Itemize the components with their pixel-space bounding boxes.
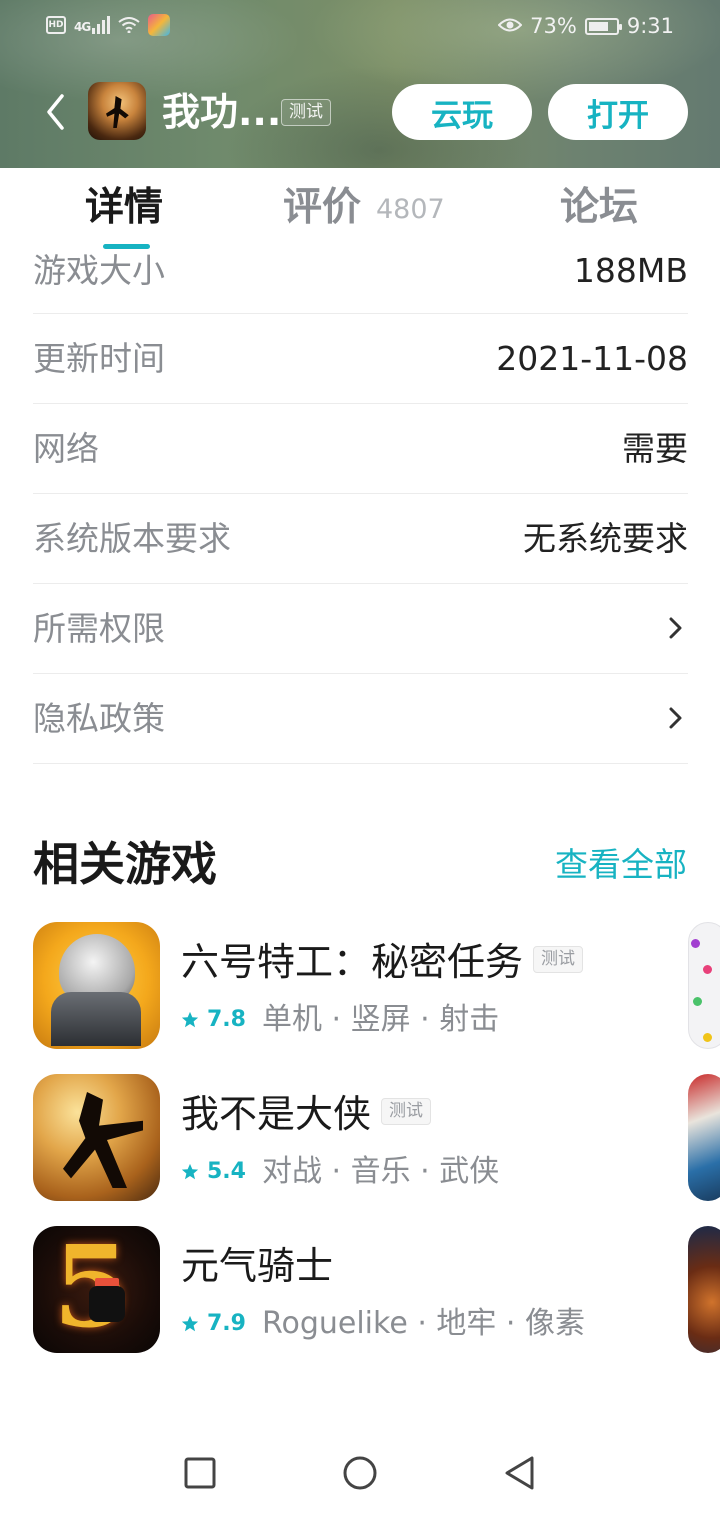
app-icon xyxy=(88,82,146,140)
related-game-peek[interactable] xyxy=(688,1226,720,1353)
related-game-peek[interactable] xyxy=(688,1074,720,1201)
game-score: 7.8 xyxy=(207,1007,246,1032)
info-row-privacy-policy[interactable]: 隐私政策 xyxy=(33,674,688,764)
game-info-list: 游戏大小 188MB 更新时间 2021-11-08 网络 需要 系统版本要求 … xyxy=(33,226,688,764)
app-title: 我功... xyxy=(162,90,282,134)
app-header-banner: HD 4G 73% 9:31 我功... 测试 云玩 打开 xyxy=(0,0,720,168)
test-badge: 测试 xyxy=(533,946,584,973)
triangle-back-icon xyxy=(505,1456,534,1490)
chevron-right-icon xyxy=(669,617,682,639)
game-score: 7.9 xyxy=(207,1311,246,1336)
info-label: 系统版本要求 xyxy=(33,519,231,558)
circle-icon xyxy=(343,1456,377,1490)
game-icon xyxy=(33,1226,160,1353)
system-back-button[interactable] xyxy=(495,1448,545,1498)
chevron-left-icon xyxy=(47,94,64,130)
info-row-system-requirement: 系统版本要求 无系统要求 xyxy=(33,494,688,584)
back-button[interactable] xyxy=(40,90,76,134)
info-label: 网络 xyxy=(33,429,99,468)
game-name: 元气骑士 xyxy=(181,1244,334,1288)
hd-icon: HD xyxy=(46,16,66,34)
eye-comfort-icon xyxy=(497,14,523,38)
wifi-icon xyxy=(118,17,140,34)
test-badge: 测试 xyxy=(281,99,331,126)
game-tags: Roguelike · 地牢 · 像素 xyxy=(261,1306,585,1341)
info-value: 2021-11-08 xyxy=(496,339,688,378)
related-game-peek[interactable] xyxy=(688,922,720,1049)
info-value: 188MB xyxy=(573,251,688,290)
info-label: 所需权限 xyxy=(33,609,165,648)
square-icon xyxy=(184,1457,216,1489)
related-game-item[interactable]: 我不是大侠 测试 5.4 对战 · 音乐 · 武侠 xyxy=(33,1074,693,1202)
star-icon xyxy=(181,1011,199,1028)
info-label: 更新时间 xyxy=(33,339,165,378)
review-count: 4807 xyxy=(376,194,445,225)
info-label: 游戏大小 xyxy=(33,251,165,290)
game-icon xyxy=(33,922,160,1049)
info-label: 隐私政策 xyxy=(33,699,165,738)
game-tags: 单机 · 竖屏 · 射击 xyxy=(261,1002,500,1037)
status-bar: HD 4G 73% 9:31 xyxy=(0,0,720,56)
home-button[interactable] xyxy=(335,1448,385,1498)
star-icon xyxy=(181,1315,199,1332)
info-row-update-time: 更新时间 2021-11-08 xyxy=(33,314,688,404)
game-meta: 7.9 Roguelike · 地牢 · 像素 xyxy=(181,1304,585,1344)
game-name: 我不是大侠 xyxy=(181,1092,372,1136)
cloud-play-button[interactable]: 云玩 xyxy=(392,84,532,140)
signal-icon xyxy=(92,16,111,34)
system-nav-bar xyxy=(0,1430,720,1520)
network-type: 4G xyxy=(74,20,91,34)
open-button[interactable]: 打开 xyxy=(548,84,688,140)
game-tags: 对战 · 音乐 · 武侠 xyxy=(261,1154,500,1189)
related-games-title: 相关游戏 xyxy=(33,837,217,891)
info-value: 无系统要求 xyxy=(523,519,688,558)
star-icon xyxy=(181,1163,199,1180)
battery-icon xyxy=(584,17,622,35)
recent-apps-button[interactable] xyxy=(175,1448,225,1498)
game-icon xyxy=(33,1074,160,1201)
game-score: 5.4 xyxy=(207,1159,246,1184)
game-name: 六号特工：秘密任务 xyxy=(181,940,524,984)
clock: 9:31 xyxy=(626,14,674,38)
test-badge: 测试 xyxy=(381,1098,432,1125)
chevron-right-icon xyxy=(669,707,682,729)
info-row-size: 游戏大小 188MB xyxy=(33,226,688,314)
battery-percent: 73% xyxy=(530,14,577,38)
related-game-item[interactable]: 元气骑士 7.9 Roguelike · 地牢 · 像素 xyxy=(33,1226,693,1354)
info-row-network: 网络 需要 xyxy=(33,404,688,494)
game-meta: 7.8 单机 · 竖屏 · 射击 xyxy=(181,1000,499,1040)
info-row-permissions[interactable]: 所需权限 xyxy=(33,584,688,674)
info-value: 需要 xyxy=(622,429,688,468)
see-all-link[interactable]: 查看全部 xyxy=(555,842,687,888)
game-meta: 5.4 对战 · 音乐 · 武侠 xyxy=(181,1152,499,1192)
related-game-item[interactable]: 六号特工：秘密任务 测试 7.8 单机 · 竖屏 · 射击 xyxy=(33,922,693,1050)
notification-app-icon xyxy=(148,14,171,36)
